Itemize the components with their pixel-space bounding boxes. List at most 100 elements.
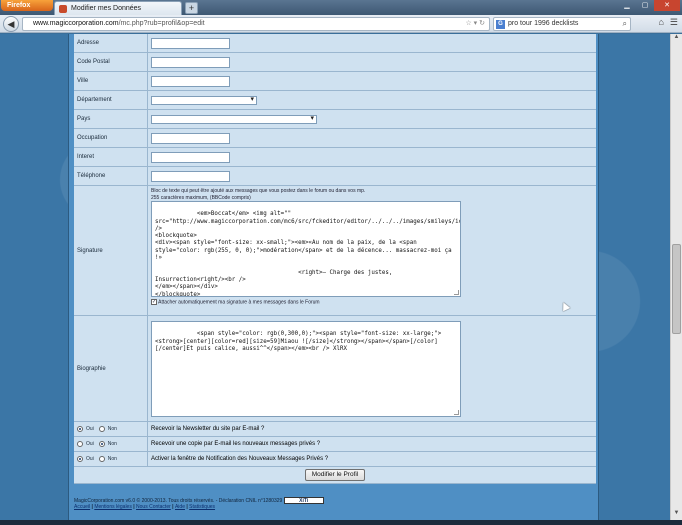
notification-oui-radio[interactable]: [77, 456, 83, 462]
interet-input[interactable]: [151, 151, 230, 163]
newsletter-radios: Oui Non: [74, 422, 148, 436]
signature-row: Signature Bloc de texte qui peut être aj…: [74, 186, 596, 316]
tab-title: Modifier mes Données: [71, 5, 142, 12]
menu-icon[interactable]: ☰: [670, 17, 678, 28]
field-label: Interet: [74, 148, 148, 166]
field-row-ville: Ville: [74, 72, 596, 91]
close-icon[interactable]: ✕: [654, 0, 680, 11]
address-bar[interactable]: www.magiccorporation.com/mc.php?rub=prof…: [22, 17, 490, 31]
navigation-toolbar: ◀ www.magiccorporation.com/mc.php?rub=pr…: [0, 15, 682, 33]
field-row-occupation: Occupation: [74, 129, 596, 148]
resize-grip-icon[interactable]: [454, 410, 459, 415]
field-row-interet: Interet: [74, 148, 596, 167]
scroll-up-icon[interactable]: ▲: [671, 34, 682, 44]
signature-textarea[interactable]: <em>Boccat</em> <img alt="" src="http://…: [151, 201, 461, 297]
mp-copy-non-radio[interactable]: [98, 441, 105, 447]
radio-label: Non: [107, 441, 117, 447]
page-footer: MagicCorporation.com v6.0 © 2000-2013. T…: [74, 497, 324, 511]
ville-input[interactable]: [151, 75, 230, 87]
biography-textarea[interactable]: <span style="color: rgb(0,300,0);"><span…: [151, 321, 461, 417]
mp-copy-oui-radio[interactable]: [77, 441, 83, 447]
field-label: Département: [74, 91, 148, 109]
home-icon[interactable]: ⌂: [658, 17, 663, 28]
field-label: Pays: [74, 110, 148, 128]
occupation-input[interactable]: [151, 132, 230, 144]
browser-tab[interactable]: Modifier mes Données: [54, 1, 182, 15]
search-magnifier-icon[interactable]: ⌕: [623, 18, 627, 30]
footer-link-mentions[interactable]: Mentions légales: [94, 504, 132, 510]
toolbar-icons: ⌂ ☰: [658, 17, 678, 28]
new-tab-button[interactable]: +: [185, 2, 198, 14]
newsletter-label: Recevoir la Newsletter du site par E-mai…: [151, 426, 265, 432]
field-label: Code Postal: [74, 53, 148, 71]
field-row-departement: Département: [74, 91, 596, 110]
profile-form: Adresse Code Postal Ville Département Pa…: [74, 34, 596, 484]
auto-attach-label: Attacher automatiquement ma signature à …: [158, 299, 320, 306]
search-bar[interactable]: G pro tour 1996 decklists ⌕: [493, 17, 631, 31]
back-arrow-icon[interactable]: ◀: [3, 16, 19, 32]
footer-links: Accueil | Mentions légales | Nous Contac…: [74, 504, 324, 511]
window-titlebar: Firefox Modifier mes Données + ▁ ▢ ✕: [0, 0, 682, 15]
field-label: Ville: [74, 72, 148, 90]
telephone-input[interactable]: [151, 170, 230, 182]
signature-text: <em>Boccat</em> <img alt="" src="http://…: [155, 211, 460, 297]
mp-copy-row: Oui Non Recevoir une copie par E-mail le…: [74, 437, 596, 452]
scroll-down-icon[interactable]: ▼: [671, 510, 682, 520]
pays-select[interactable]: [151, 114, 317, 124]
bookmark-star-icon[interactable]: ☆ ▾ ↻: [465, 18, 485, 30]
submit-row: Modifier le Profil: [74, 467, 596, 484]
newsletter-non-radio[interactable]: [98, 426, 105, 432]
url-path: /mc.php?rub=profil&op=edit: [118, 20, 205, 27]
field-row-telephone: Téléphone: [74, 167, 596, 186]
field-label: Adresse: [74, 34, 148, 52]
adresse-input[interactable]: [151, 37, 230, 49]
url-host: www.magiccorporation.com: [33, 20, 119, 27]
vertical-scrollbar[interactable]: ▲ ▼: [670, 34, 682, 520]
radio-label: Non: [107, 426, 117, 432]
scrollbar-thumb[interactable]: [672, 244, 681, 334]
footer-link-statistiques[interactable]: Statistiques: [189, 504, 215, 510]
field-row-code-postal: Code Postal: [74, 53, 596, 72]
notification-non-radio[interactable]: [98, 456, 105, 462]
search-query: pro tour 1996 decklists: [508, 20, 579, 27]
site-favicon-icon: [59, 5, 67, 13]
footer-link-contact[interactable]: Nous Contacter: [136, 504, 171, 510]
biography-label: Biographie: [74, 316, 148, 421]
biography-text: <span style="color: rgb(0,300,0);"><span…: [155, 331, 442, 352]
firefox-menu-button[interactable]: Firefox: [1, 0, 53, 11]
field-label: Téléphone: [74, 167, 148, 185]
page-viewport: Adresse Code Postal Ville Département Pa…: [0, 34, 670, 520]
copyright-text: MagicCorporation.com v6.0 © 2000-2013. T…: [74, 497, 283, 504]
footer-link-aide[interactable]: Aide: [175, 504, 185, 510]
code-postal-input[interactable]: [151, 56, 230, 68]
field-row-pays: Pays: [74, 110, 596, 129]
mp-copy-radios: Oui Non: [74, 437, 148, 451]
departement-select[interactable]: [151, 95, 257, 105]
profile-content: Adresse Code Postal Ville Département Pa…: [68, 34, 599, 520]
newsletter-oui-radio[interactable]: [77, 426, 83, 432]
notification-label: Activer la fenêtre de Notification des N…: [151, 456, 329, 462]
radio-label: Oui: [86, 441, 94, 447]
field-label: Occupation: [74, 129, 148, 147]
window-controls: ▁ ▢ ✕: [618, 0, 680, 11]
auto-attach-option: ✓ Attacher automatiquement ma signature …: [151, 299, 593, 305]
radio-label: Non: [107, 456, 117, 462]
modifier-profil-button[interactable]: Modifier le Profil: [304, 469, 366, 481]
minimize-icon[interactable]: ▁: [618, 0, 636, 11]
mp-copy-label: Recevoir une copie par E-mail les nouvea…: [151, 441, 321, 447]
biography-row: Biographie <span style="color: rgb(0,300…: [74, 316, 596, 422]
notification-radios: Oui Non: [74, 452, 148, 466]
signature-label: Signature: [74, 186, 148, 315]
xiti-badge[interactable]: XiTi: [283, 497, 324, 504]
radio-label: Oui: [86, 456, 94, 462]
maximize-icon[interactable]: ▢: [636, 0, 654, 11]
taskbar: [0, 520, 682, 525]
radio-label: Oui: [86, 426, 94, 432]
notification-row: Oui Non Activer la fenêtre de Notificati…: [74, 452, 596, 467]
newsletter-row: Oui Non Recevoir la Newsletter du site p…: [74, 422, 596, 437]
field-row-adresse: Adresse: [74, 34, 596, 53]
google-icon[interactable]: G: [496, 20, 505, 29]
auto-attach-checkbox[interactable]: ✓: [151, 299, 157, 305]
footer-link-accueil[interactable]: Accueil: [74, 504, 90, 510]
resize-grip-icon[interactable]: [454, 290, 459, 295]
